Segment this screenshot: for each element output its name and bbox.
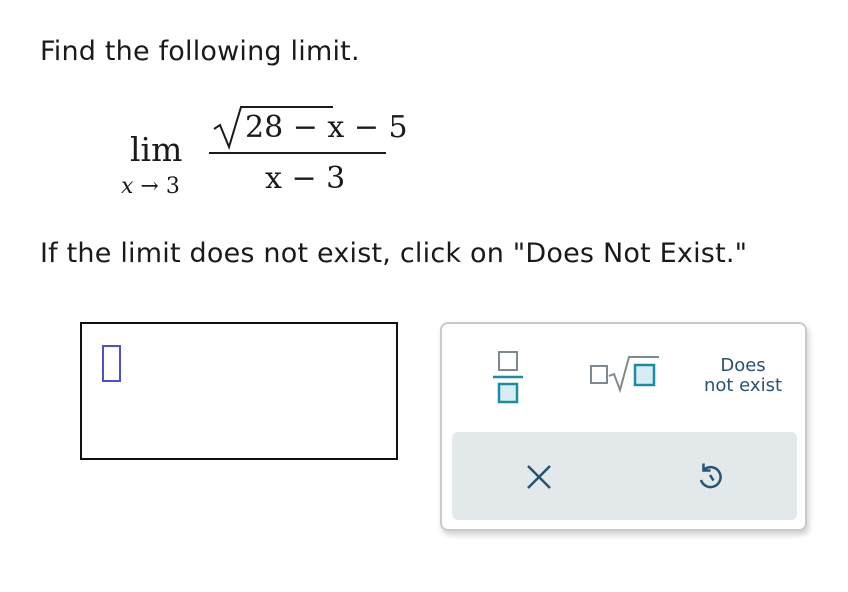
math-tool-panel: Does not exist xyxy=(440,322,807,531)
undo-button[interactable] xyxy=(694,460,726,492)
lim-word: lim xyxy=(130,130,183,169)
lim-subscript: x → 3 xyxy=(121,174,180,199)
nth-root-template-icon xyxy=(590,356,659,394)
numerator-tail: − 5 xyxy=(353,110,408,145)
question-prompt: Find the following limit. xyxy=(40,36,360,67)
numerator: 28 − x − 5 xyxy=(245,110,408,145)
fraction-button[interactable] xyxy=(490,348,526,408)
answer-input[interactable] xyxy=(80,322,398,460)
nth-root-button[interactable] xyxy=(587,354,662,394)
fraction-template-icon xyxy=(493,351,523,404)
x-close-icon xyxy=(527,465,551,489)
dne-label-line1: Does xyxy=(720,355,766,376)
lim-arrow: → xyxy=(140,174,159,199)
instruction-text: If the limit does not exist, click on "D… xyxy=(40,238,748,269)
answer-placeholder-box[interactable] xyxy=(102,345,121,382)
denominator: x − 3 xyxy=(265,161,346,196)
does-not-exist-button[interactable]: Does not exist xyxy=(698,356,788,396)
fraction-bar xyxy=(209,152,386,154)
numerator-radicand: 28 − x xyxy=(245,110,345,145)
undo-icon xyxy=(699,463,722,489)
dne-label-line2: not exist xyxy=(703,375,783,396)
clear-button[interactable] xyxy=(524,462,554,492)
lim-target: 3 xyxy=(165,174,180,199)
lim-variable: x xyxy=(121,174,134,199)
action-bar xyxy=(452,432,797,520)
